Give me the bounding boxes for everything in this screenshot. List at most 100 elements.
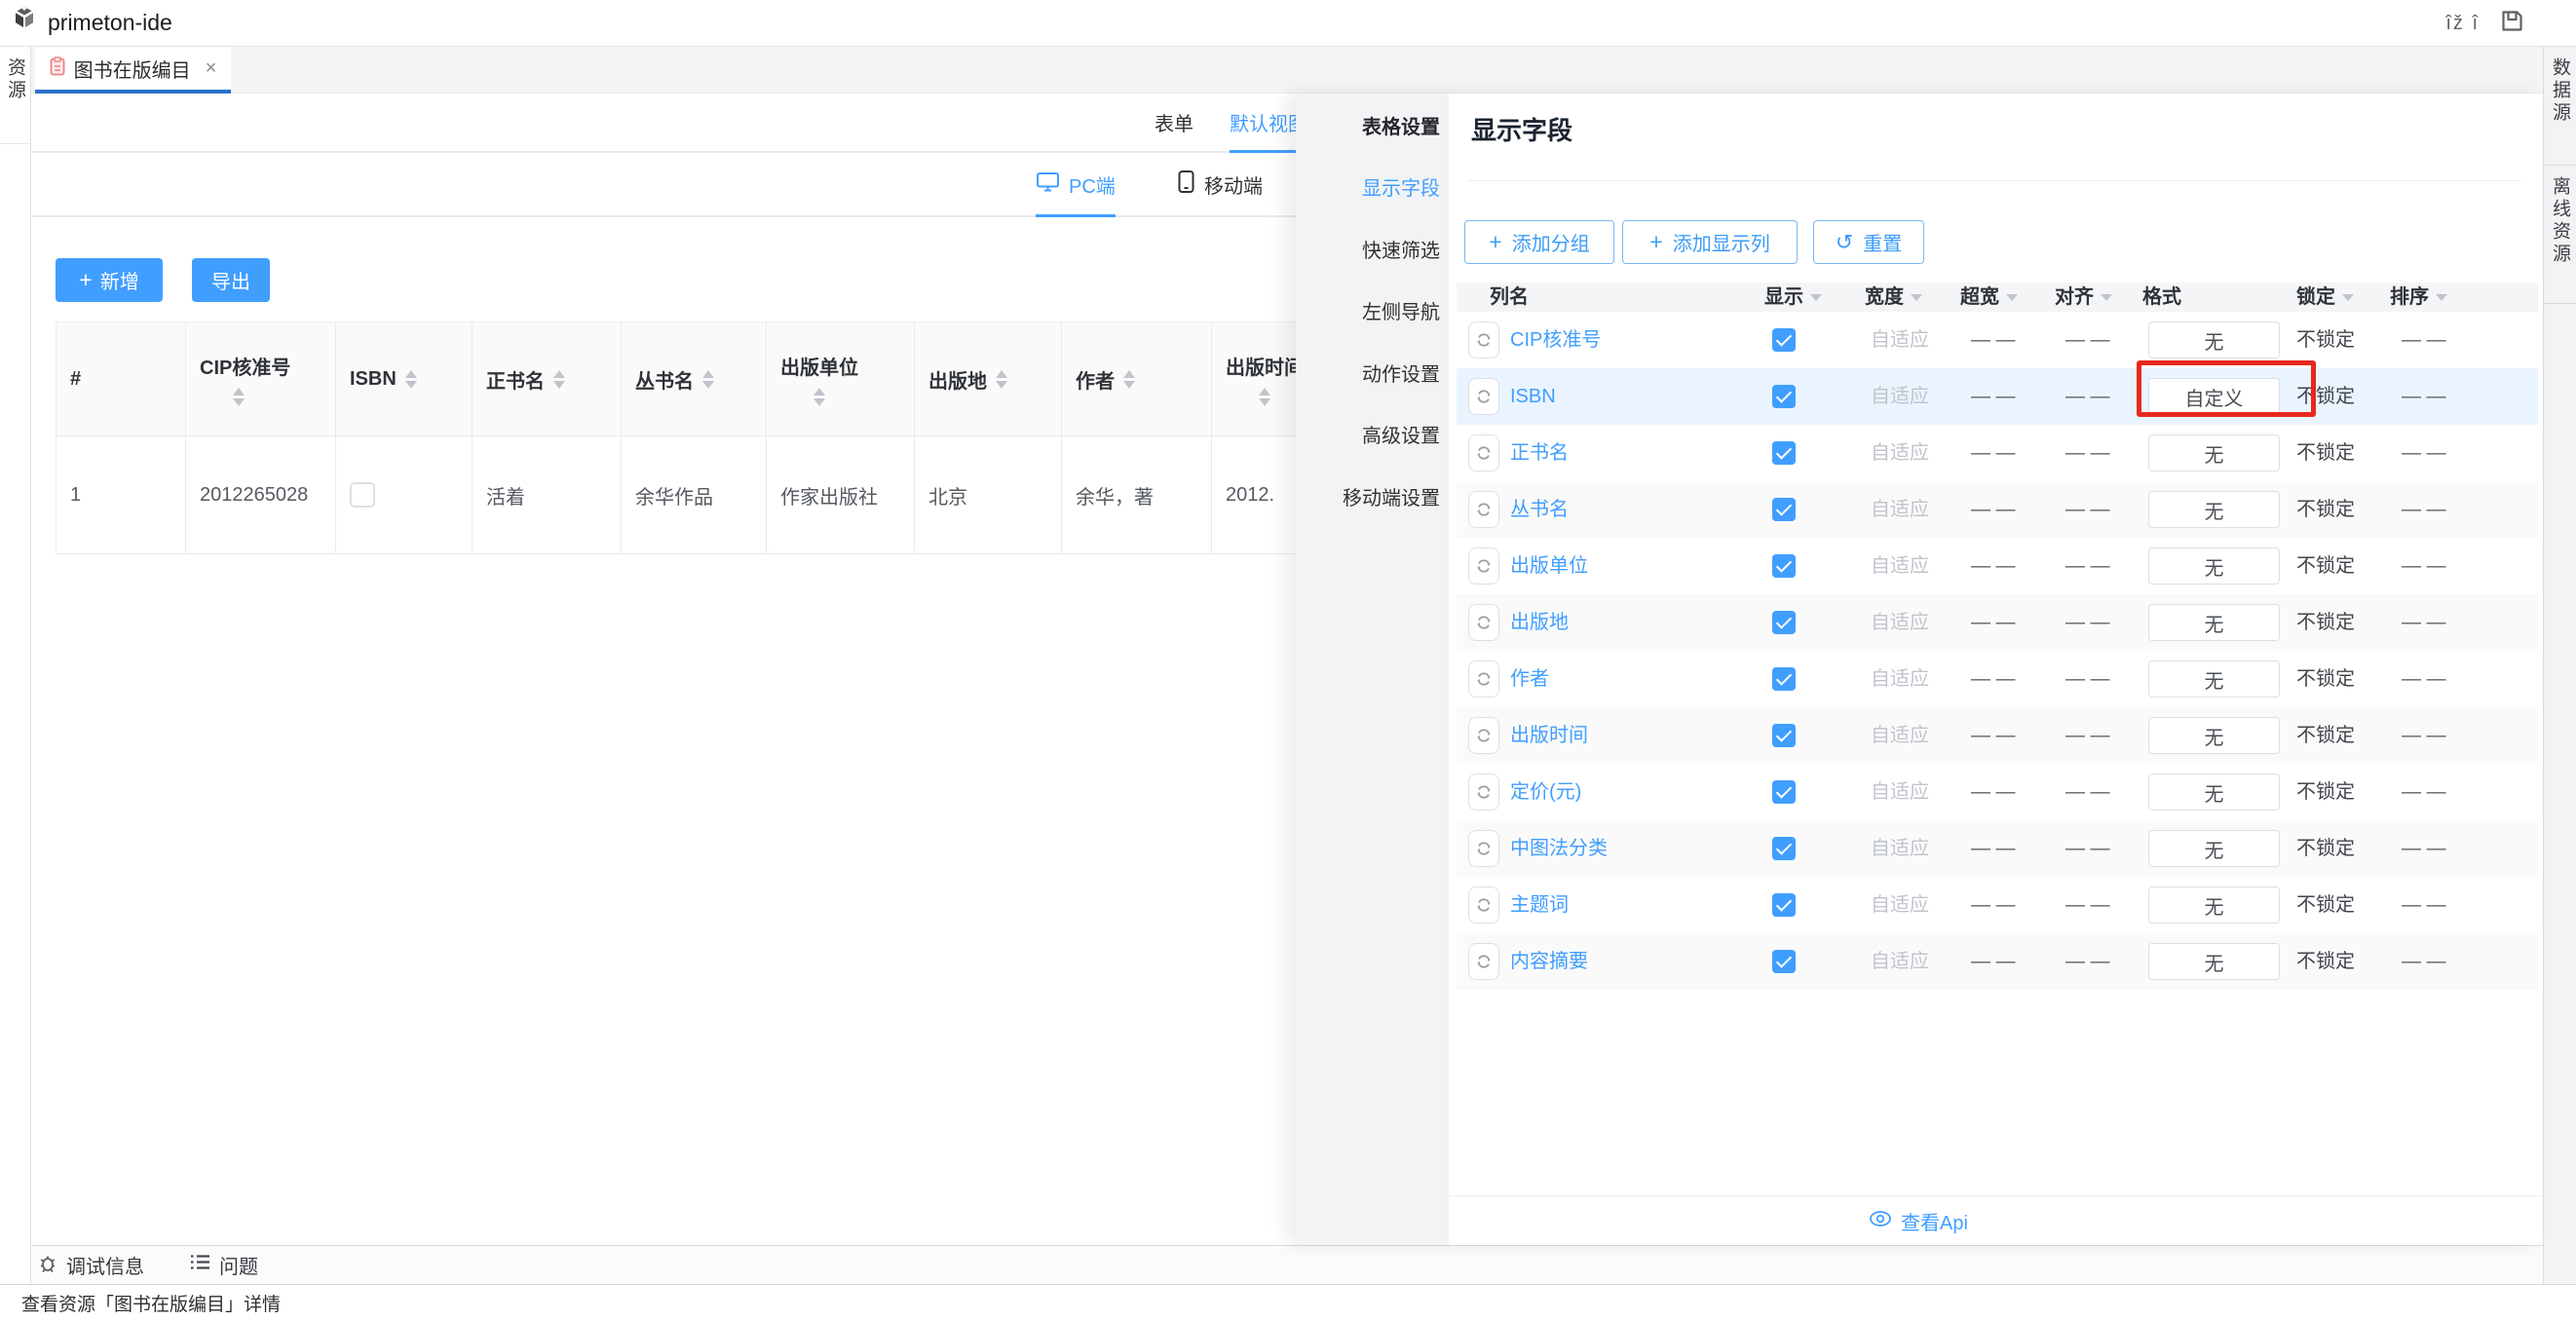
show-checkbox[interactable] — [1772, 893, 1796, 917]
table-row[interactable]: 12012265028活着余华作品作家出版社北京余华，著2012. — [57, 436, 1296, 554]
field-name-link[interactable]: 丛书名 — [1510, 481, 1569, 538]
show-checkbox[interactable] — [1772, 385, 1796, 408]
format-button[interactable]: 无 — [2148, 774, 2280, 811]
lock-value[interactable]: 不锁定 — [2296, 594, 2355, 651]
sync-icon[interactable] — [1468, 547, 1499, 585]
books-column-header[interactable]: # — [57, 322, 186, 435]
books-column-header[interactable]: 出版地 — [915, 322, 1062, 435]
chevron-down-icon[interactable] — [2101, 294, 2112, 301]
field-name-link[interactable]: 出版单位 — [1510, 538, 1588, 594]
format-button[interactable]: 无 — [2148, 660, 2280, 698]
field-row[interactable]: 出版时间自适应— —— —无不锁定— — — [1457, 707, 2538, 764]
field-name-link[interactable]: 定价(元) — [1510, 764, 1581, 820]
field-name-link[interactable]: 正书名 — [1510, 425, 1569, 481]
sort-carets-icon[interactable] — [233, 388, 245, 406]
sync-icon[interactable] — [1468, 321, 1499, 359]
format-button[interactable]: 无 — [2148, 434, 2280, 472]
sort-carets-icon[interactable] — [1259, 388, 1270, 406]
sort-carets-icon[interactable] — [702, 370, 714, 389]
sync-icon[interactable] — [1468, 943, 1499, 980]
show-checkbox[interactable] — [1772, 328, 1796, 352]
sort-carets-icon[interactable] — [405, 370, 417, 389]
sync-icon[interactable] — [1468, 717, 1499, 754]
format-button[interactable]: 无 — [2148, 943, 2280, 980]
width-value[interactable]: 自适应 — [1871, 933, 1929, 990]
books-column-header[interactable]: CIP核准号 — [186, 322, 336, 435]
chevron-down-icon[interactable] — [1911, 294, 1922, 301]
lock-value[interactable]: 不锁定 — [2296, 651, 2355, 707]
lock-value[interactable]: 不锁定 — [2296, 368, 2355, 425]
sort-carets-icon[interactable] — [1123, 370, 1135, 389]
right-rail-item-datasource[interactable]: 数据源 — [2544, 47, 2576, 166]
sync-icon[interactable] — [1468, 434, 1499, 472]
format-button[interactable]: 无 — [2148, 887, 2280, 924]
right-rail-item-offline[interactable]: 离线资源 — [2544, 166, 2576, 304]
width-value[interactable]: 自适应 — [1871, 877, 1929, 933]
sort-carets-icon[interactable] — [814, 388, 825, 406]
field-name-link[interactable]: 作者 — [1510, 651, 1549, 707]
tab-mobile[interactable]: 移动端 — [1177, 153, 1263, 215]
sync-icon[interactable] — [1468, 491, 1499, 528]
books-column-header[interactable]: 正书名 — [473, 322, 622, 435]
field-row[interactable]: 出版单位自适应— —— —无不锁定— — — [1457, 538, 2538, 594]
lock-value[interactable]: 不锁定 — [2296, 425, 2355, 481]
add-button[interactable]: + 新增 — [56, 258, 163, 302]
save-icon[interactable] — [2499, 8, 2525, 39]
reset-button[interactable]: ↺ 重置 — [1813, 220, 1924, 264]
field-row[interactable]: 正书名自适应— —— —无不锁定— — — [1457, 425, 2538, 481]
field-row[interactable]: 中图法分类自适应— —— —无不锁定— — — [1457, 820, 2538, 877]
books-column-header[interactable]: 作者 — [1062, 322, 1212, 435]
row-checkbox[interactable] — [350, 482, 375, 508]
field-name-link[interactable]: CIP核准号 — [1510, 312, 1601, 368]
sort-carets-icon[interactable] — [996, 370, 1007, 389]
sort-carets-icon[interactable] — [553, 370, 565, 389]
format-button[interactable]: 无 — [2148, 547, 2280, 585]
sync-icon[interactable] — [1468, 774, 1499, 811]
chevron-down-icon[interactable] — [2006, 294, 2018, 301]
books-column-header[interactable]: ISBN — [336, 322, 473, 435]
tab-book-cip-catalog[interactable]: 图书在版编目 × — [35, 47, 231, 94]
sync-icon[interactable] — [1468, 887, 1499, 924]
show-checkbox[interactable] — [1772, 780, 1796, 804]
field-row[interactable]: 定价(元)自适应— —— —无不锁定— — — [1457, 764, 2538, 820]
width-value[interactable]: 自适应 — [1871, 707, 1929, 764]
settings-menu-item[interactable]: 快速筛选 — [1362, 238, 1440, 265]
settings-menu-item[interactable]: 左侧导航 — [1362, 299, 1440, 326]
debug-info-button[interactable]: 调试信息 — [37, 1251, 144, 1279]
lock-value[interactable]: 不锁定 — [2296, 820, 2355, 877]
export-button[interactable]: 导出 — [192, 258, 270, 302]
field-row[interactable]: CIP核准号自适应— —— —无不锁定— — — [1457, 312, 2538, 368]
chevron-down-icon[interactable] — [1810, 294, 1822, 301]
field-row[interactable]: 主题词自适应— —— —无不锁定— — — [1457, 877, 2538, 933]
tab-close-icon[interactable]: × — [206, 57, 217, 80]
lock-value[interactable]: 不锁定 — [2296, 877, 2355, 933]
settings-menu-item[interactable]: 动作设置 — [1362, 361, 1440, 389]
sync-icon[interactable] — [1468, 378, 1499, 415]
problems-button[interactable]: 问题 — [189, 1251, 258, 1279]
width-value[interactable]: 自适应 — [1871, 594, 1929, 651]
lock-value[interactable]: 不锁定 — [2296, 933, 2355, 990]
lock-value[interactable]: 不锁定 — [2296, 707, 2355, 764]
show-checkbox[interactable] — [1772, 498, 1796, 521]
show-checkbox[interactable] — [1772, 950, 1796, 973]
lock-value[interactable]: 不锁定 — [2296, 538, 2355, 594]
format-button[interactable]: 无 — [2148, 604, 2280, 641]
field-row[interactable]: 内容摘要自适应— —— —无不锁定— — — [1457, 933, 2538, 990]
show-checkbox[interactable] — [1772, 611, 1796, 634]
lock-value[interactable]: 不锁定 — [2296, 764, 2355, 820]
field-row[interactable]: ISBN自适应— —— —自定义不锁定— — — [1457, 368, 2538, 425]
tab-pc[interactable]: PC端 — [1036, 153, 1116, 215]
books-column-header[interactable]: 出版单位 — [767, 322, 915, 435]
width-value[interactable]: 自适应 — [1871, 425, 1929, 481]
field-row[interactable]: 丛书名自适应— —— —无不锁定— — — [1457, 481, 2538, 538]
view-tab-form[interactable]: 表单 — [1155, 94, 1193, 151]
lock-value[interactable]: 不锁定 — [2296, 481, 2355, 538]
field-row[interactable]: 作者自适应— —— —无不锁定— — — [1457, 651, 2538, 707]
add-group-button[interactable]: + 添加分组 — [1464, 220, 1614, 264]
format-button[interactable]: 无 — [2148, 717, 2280, 754]
show-checkbox[interactable] — [1772, 441, 1796, 465]
field-row[interactable]: 出版地自适应— —— —无不锁定— — — [1457, 594, 2538, 651]
width-value[interactable]: 自适应 — [1871, 651, 1929, 707]
sync-icon[interactable] — [1468, 830, 1499, 867]
width-value[interactable]: 自适应 — [1871, 312, 1929, 368]
